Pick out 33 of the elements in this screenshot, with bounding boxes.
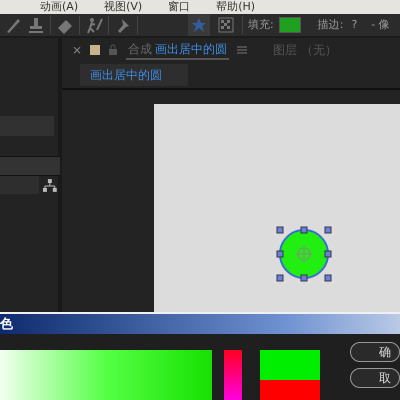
dialog-button[interactable]: 确 [350, 342, 400, 362]
fill-label: 填充: [248, 16, 274, 33]
circle-shape [276, 226, 332, 282]
color-field[interactable] [0, 350, 212, 400]
menu-item[interactable]: 帮助(H) [216, 0, 256, 14]
checker-icon [217, 16, 235, 34]
stroke-value[interactable]: ? [348, 16, 360, 34]
new-color-swatch [260, 350, 320, 380]
menu-icon[interactable] [237, 45, 248, 55]
figure-brush-icon[interactable] [85, 16, 103, 34]
shape-mode-button[interactable] [188, 14, 210, 36]
close-icon[interactable]: × [72, 41, 82, 59]
menu-item[interactable]: 动画(A) [40, 0, 78, 14]
lock-icon[interactable] [108, 44, 118, 56]
old-color-swatch [260, 380, 320, 400]
composition-name: 画出居中的圆 [155, 41, 228, 58]
composition-subtab[interactable]: 画出居中的圆 [80, 64, 188, 86]
dialog-title: 色 [0, 312, 400, 334]
stroke-label: 描边: [318, 16, 344, 33]
star-icon [190, 16, 208, 34]
dialog-button[interactable]: 取 [350, 368, 400, 388]
menu-item[interactable]: 窗口 [168, 0, 190, 14]
composition-prefix: 合成 [128, 41, 152, 58]
color-label-icon [90, 45, 100, 55]
panel-field[interactable] [0, 156, 60, 176]
stamp-icon[interactable] [27, 16, 45, 34]
hierarchy-icon[interactable] [42, 178, 58, 192]
unit-label: - 像 [371, 16, 390, 33]
hue-gradient-strip [224, 350, 242, 400]
fill-color-swatch[interactable] [278, 17, 301, 33]
panel-field[interactable] [0, 176, 40, 194]
menu-item[interactable]: 视图(V) [104, 0, 142, 14]
brush-icon[interactable] [4, 16, 22, 34]
